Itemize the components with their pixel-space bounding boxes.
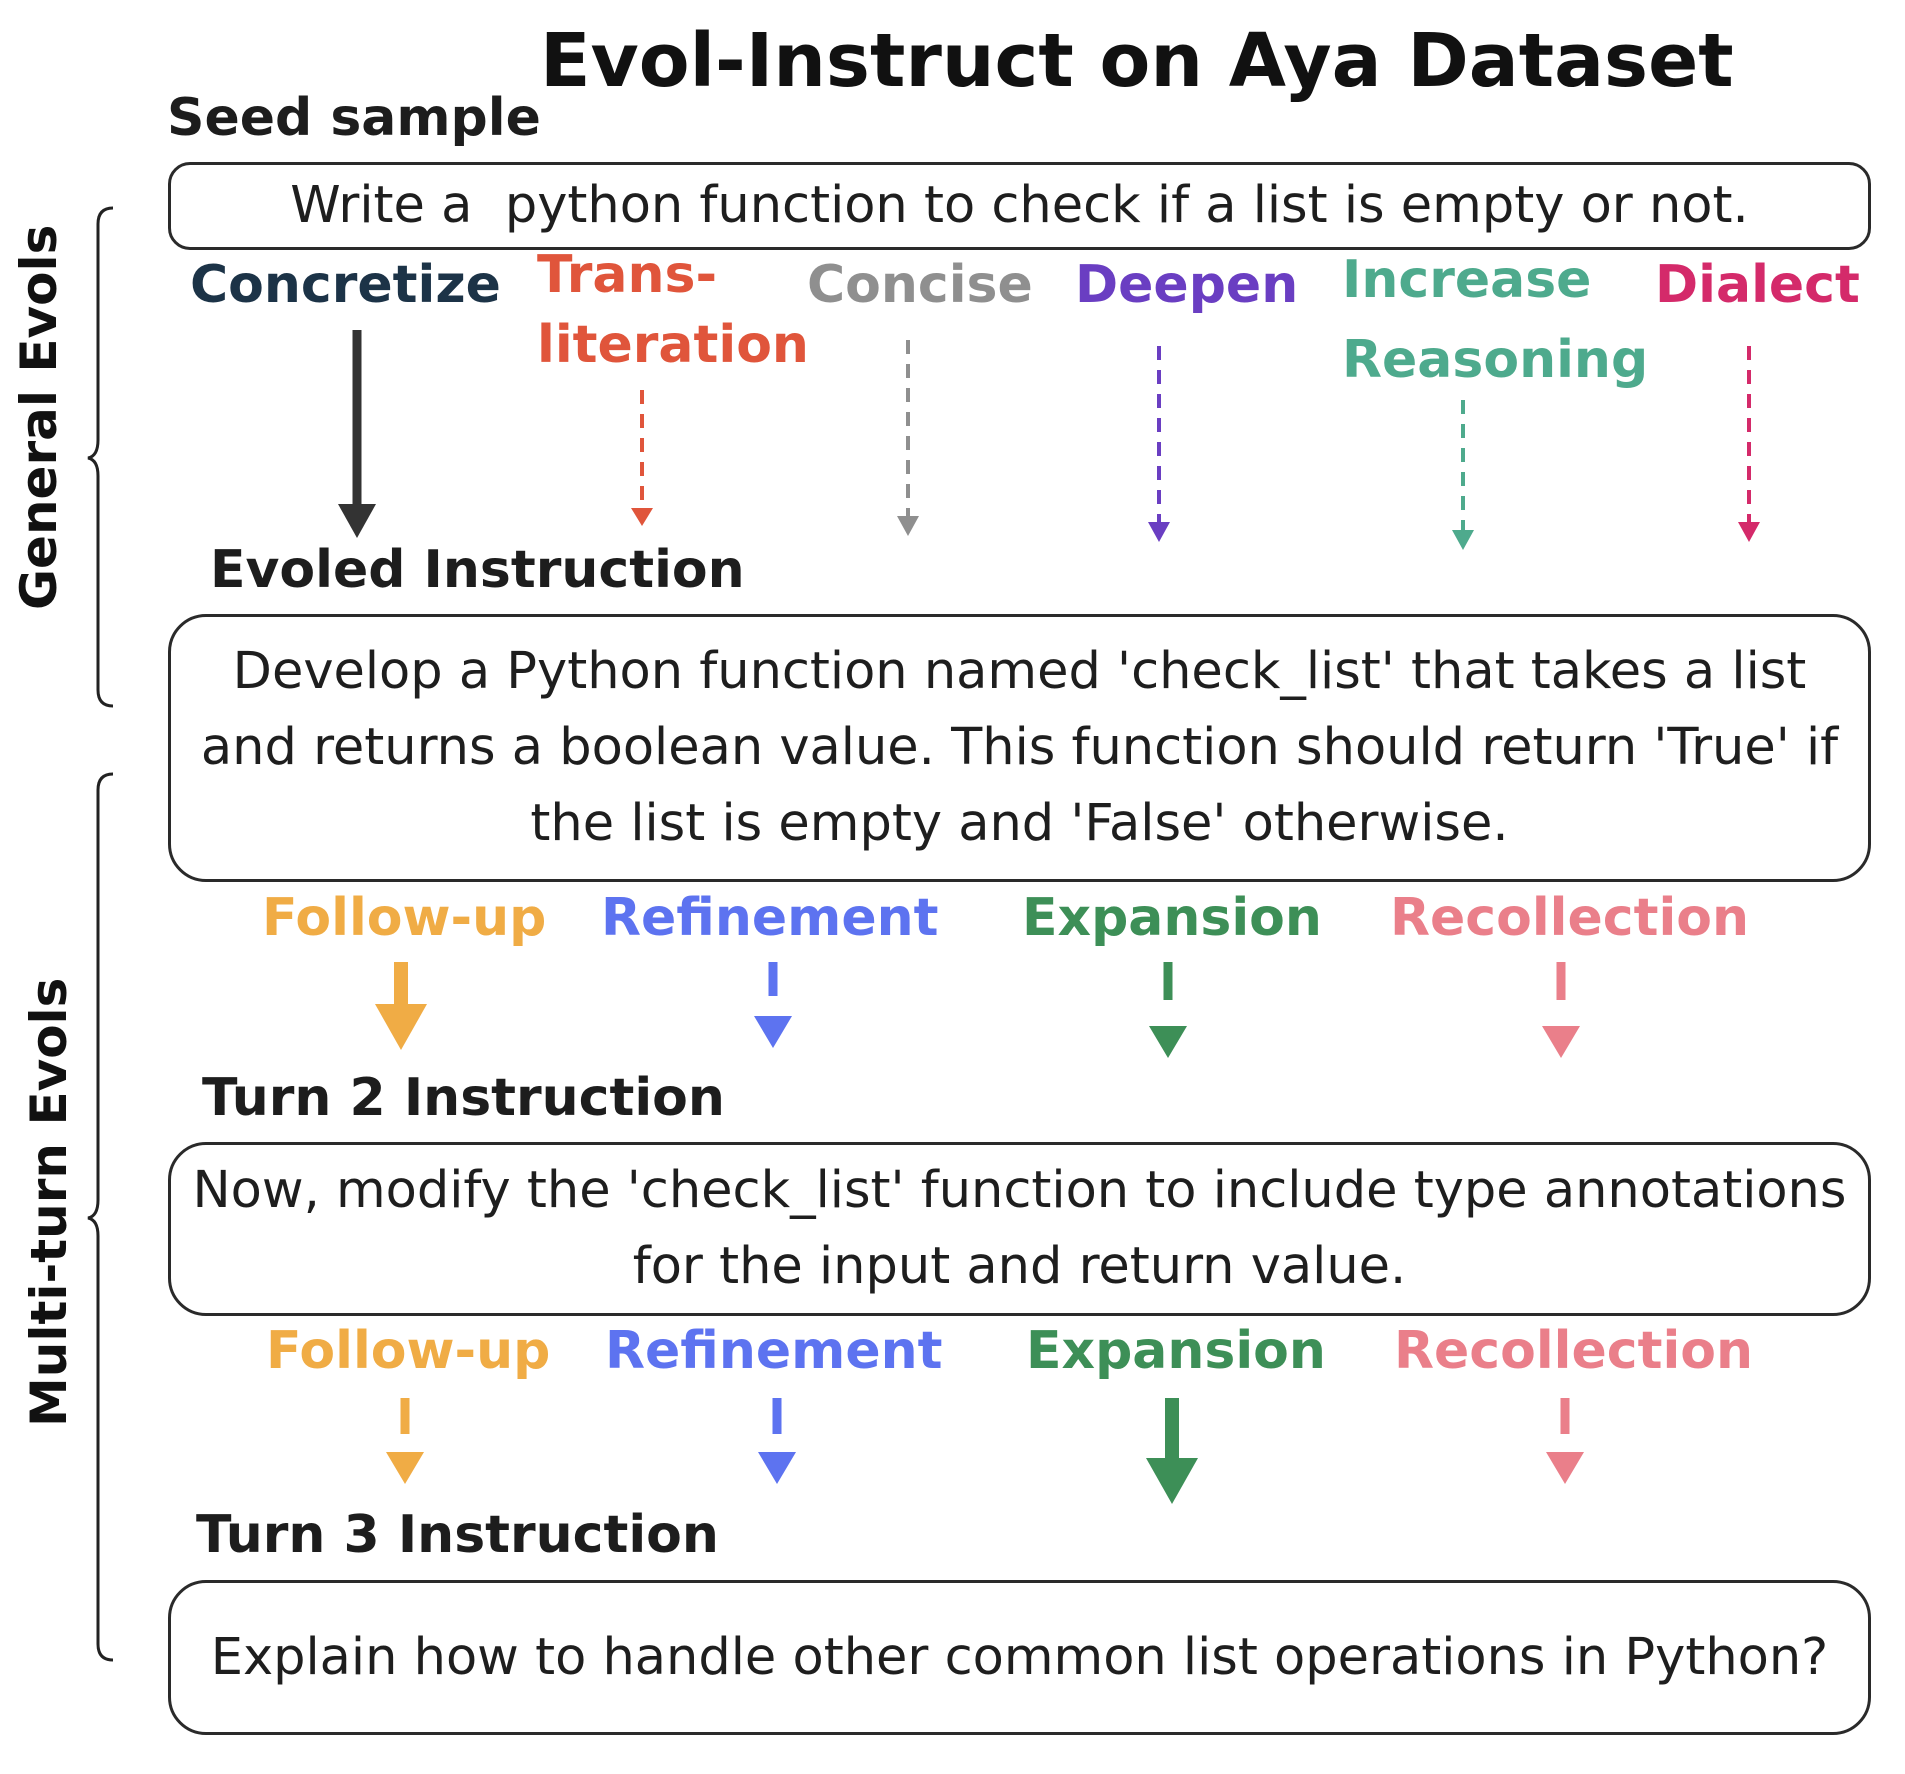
arrow-concise — [897, 340, 919, 536]
connectors-layer — [87, 206, 1760, 1662]
mt2-arrow-refinement — [758, 1398, 796, 1484]
arrow-dialect — [1738, 346, 1760, 542]
mt2-arrow-recollection — [1546, 1398, 1584, 1484]
mt1-arrow-followup — [375, 962, 427, 1050]
general-evols-brace — [87, 206, 114, 708]
mt2-arrow-followup — [386, 1398, 424, 1484]
multiturn-evols-brace — [87, 772, 114, 1662]
arrow-deepen — [1148, 346, 1170, 542]
arrow-transliteration — [631, 390, 653, 526]
mt1-arrow-recollection — [1542, 962, 1580, 1058]
mt1-arrow-expansion — [1149, 962, 1187, 1058]
arrow-concretize — [338, 330, 376, 538]
arrow-increase-reasoning — [1452, 400, 1474, 550]
mt1-arrow-refinement — [754, 962, 792, 1048]
mt2-arrow-expansion — [1146, 1398, 1198, 1504]
